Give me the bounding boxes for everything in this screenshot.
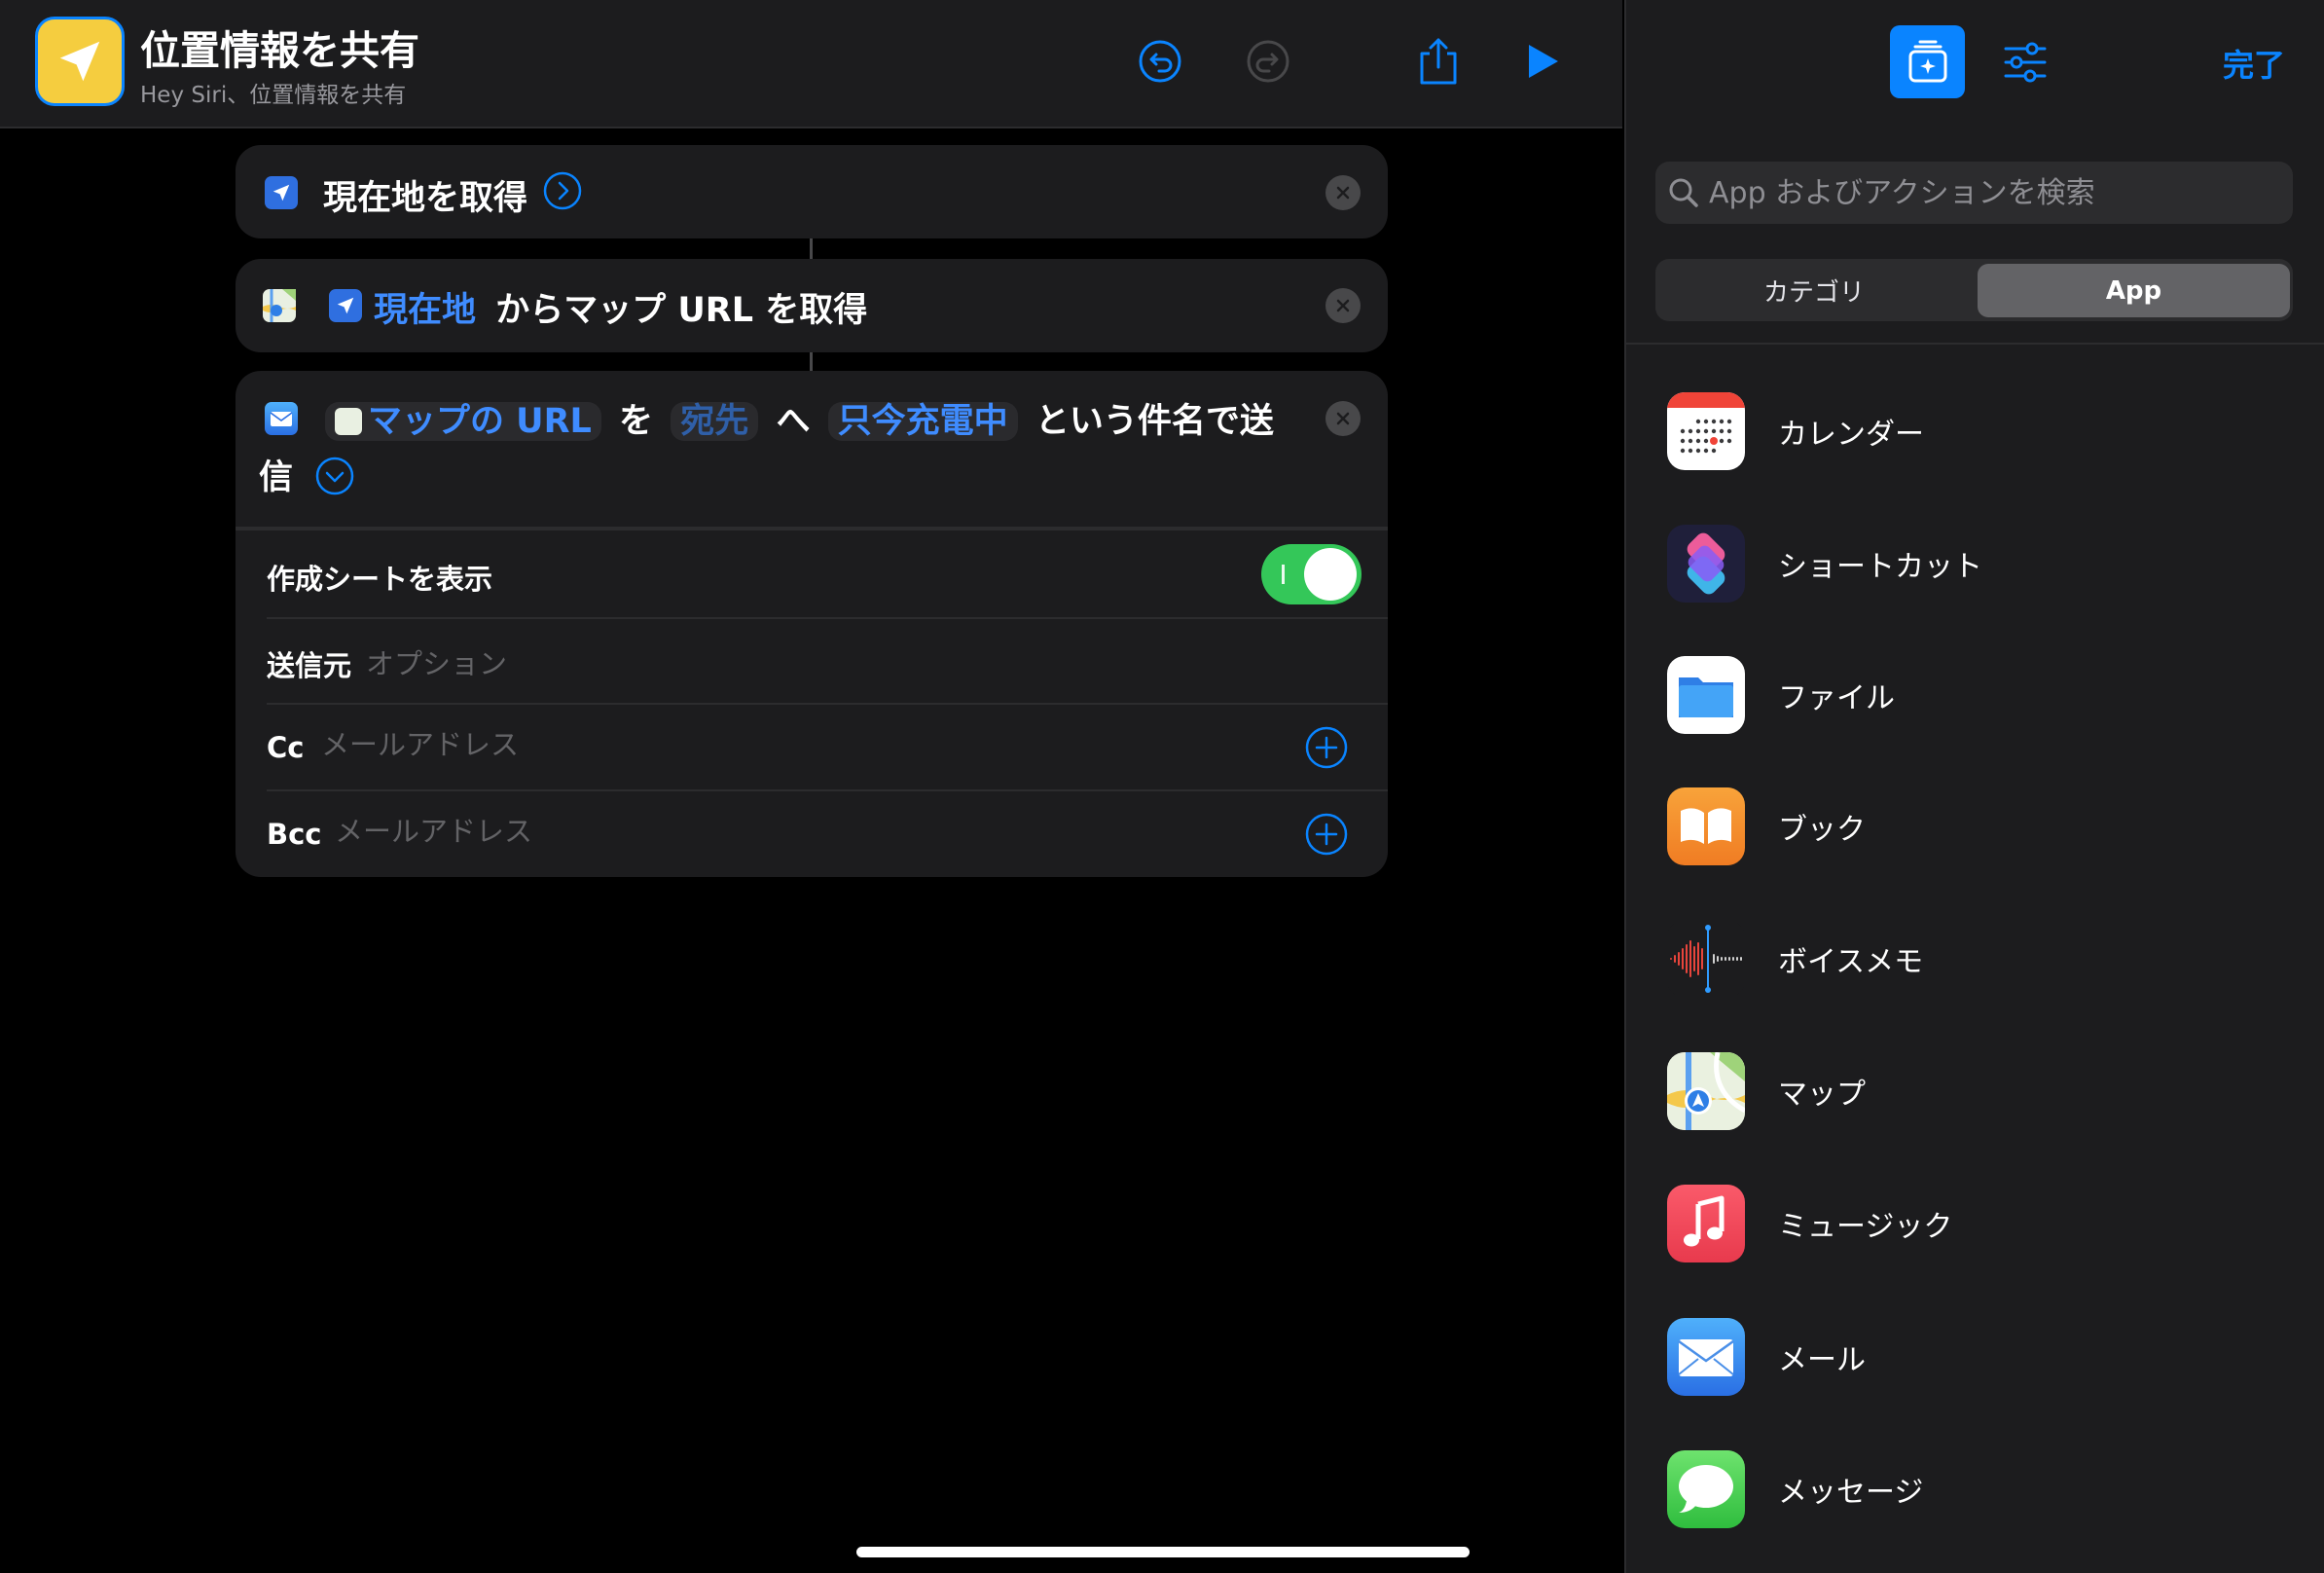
from-label: 送信元 — [267, 649, 352, 682]
home-indicator[interactable] — [856, 1547, 1470, 1557]
action-text: マップの URL を 宛先 へ 只今充電中 という件名で送 — [325, 393, 1274, 443]
shortcut-subtitle: Hey Siri、位置情報を共有 — [140, 83, 407, 108]
expand-chevron-button[interactable] — [543, 171, 582, 210]
app-item-books[interactable]: ブック — [1667, 783, 2290, 870]
app-item-maps[interactable]: マップ — [1667, 1047, 2290, 1135]
action-title: 現在地を取得 — [323, 179, 528, 218]
run-button[interactable] — [1508, 27, 1577, 95]
app-item-calendar[interactable]: カレンダー — [1667, 387, 2290, 475]
divider — [1624, 343, 2324, 345]
plus-circle-icon — [1305, 726, 1348, 769]
divider — [267, 617, 1388, 619]
app-item-messages[interactable]: メッセージ — [1667, 1445, 2290, 1533]
cc-label: Cc — [267, 731, 305, 764]
app-item-shortcuts[interactable]: ショートカット — [1667, 520, 2290, 607]
tab-action-library[interactable] — [1890, 25, 1965, 98]
from-field[interactable]: オプション — [366, 641, 507, 682]
app-item-label: マップ — [1778, 1078, 1866, 1112]
search-icon — [1669, 178, 1698, 207]
app-item-label: ブック — [1778, 813, 1866, 847]
messages-app-icon — [1667, 1450, 1745, 1528]
add-bcc-button[interactable] — [1305, 813, 1348, 856]
bcc-label: Bcc — [267, 818, 322, 851]
close-icon — [1336, 186, 1350, 200]
mail-app-icon — [1667, 1318, 1745, 1396]
voice-memos-app-icon — [1667, 920, 1745, 998]
sliders-icon — [2004, 42, 2047, 82]
app-item-label: ボイスメモ — [1778, 945, 1924, 979]
mail-action-icon — [265, 402, 298, 435]
tab-shortcut-settings[interactable] — [1991, 25, 2059, 98]
app-item-label: カレンダー — [1778, 418, 1924, 452]
shortcuts-app-icon — [1667, 525, 1745, 603]
plus-circle-icon — [1305, 813, 1348, 856]
app-item-music[interactable]: ミュージック — [1667, 1180, 2290, 1267]
add-action-icon — [1908, 40, 1946, 82]
maps-token-icon — [335, 408, 362, 435]
app-item-label: ショートカット — [1778, 550, 1982, 584]
share-icon — [1420, 38, 1457, 85]
app-item-mail[interactable]: メール — [1667, 1313, 2290, 1401]
close-icon — [1336, 299, 1350, 312]
music-app-icon — [1667, 1185, 1745, 1262]
divider — [267, 789, 1388, 791]
maps-app-icon — [1667, 1052, 1745, 1130]
share-button[interactable] — [1404, 27, 1472, 95]
toggle-knob — [1304, 548, 1357, 601]
files-app-icon — [1667, 656, 1745, 734]
action-description: からマップ URL を取得 — [495, 291, 868, 330]
done-button[interactable]: 完了 — [2223, 41, 2285, 86]
cc-field[interactable]: メールアドレス — [321, 722, 519, 763]
app-item-voice-memos[interactable]: ボイスメモ — [1667, 915, 2290, 1003]
action-send-email[interactable] — [236, 371, 1388, 877]
location-action-icon — [265, 176, 298, 209]
divider — [267, 703, 1388, 705]
maps-action-icon — [263, 289, 296, 322]
action-connector — [810, 352, 813, 371]
location-arrow-icon — [59, 41, 100, 82]
remove-action-button[interactable] — [1325, 401, 1361, 436]
toggle-on-indicator — [1282, 565, 1285, 584]
app-item-label: ファイル — [1778, 681, 1895, 715]
undo-button[interactable] — [1126, 27, 1194, 95]
bcc-field[interactable]: メールアドレス — [335, 809, 532, 850]
chevron-right-circle-icon — [543, 171, 582, 210]
collapse-chevron-button[interactable] — [315, 457, 354, 495]
play-icon — [1529, 45, 1558, 78]
current-location-token[interactable]: 現在地 — [374, 291, 476, 330]
shortcut-title[interactable]: 位置情報を共有 — [140, 18, 419, 76]
search-input[interactable] — [1709, 162, 2273, 224]
calendar-app-icon — [1667, 392, 1745, 470]
segment-category[interactable]: カテゴリ — [1655, 259, 1973, 321]
subject-token[interactable]: 只今充電中 — [827, 402, 1018, 441]
show-compose-sheet-label: 作成シートを表示 — [267, 563, 493, 596]
action-connector — [810, 238, 813, 259]
divider — [236, 527, 1388, 530]
chevron-down-circle-icon — [315, 457, 354, 495]
add-cc-button[interactable] — [1305, 726, 1348, 769]
action-text-wrap: 信 — [259, 458, 294, 497]
remove-action-button[interactable] — [1325, 288, 1361, 323]
undo-icon — [1139, 40, 1181, 83]
segment-app[interactable]: App — [1978, 264, 2290, 317]
location-token-icon — [329, 289, 362, 322]
redo-icon — [1247, 40, 1289, 83]
remove-action-button[interactable] — [1325, 175, 1361, 210]
close-icon — [1336, 412, 1350, 425]
app-item-label: ミュージック — [1778, 1210, 1953, 1244]
app-item-label: メール — [1778, 1343, 1866, 1377]
books-app-icon — [1667, 787, 1745, 865]
redo-button[interactable] — [1234, 27, 1302, 95]
recipient-token[interactable]: 宛先 — [671, 402, 759, 441]
app-item-files[interactable]: ファイル — [1667, 651, 2290, 739]
maps-url-token[interactable]: マップの URL — [325, 402, 601, 441]
app-item-label: メッセージ — [1778, 1476, 1924, 1510]
action-text: 現在地 からマップ URL を取得 — [374, 282, 867, 332]
shortcut-icon[interactable] — [35, 17, 125, 106]
